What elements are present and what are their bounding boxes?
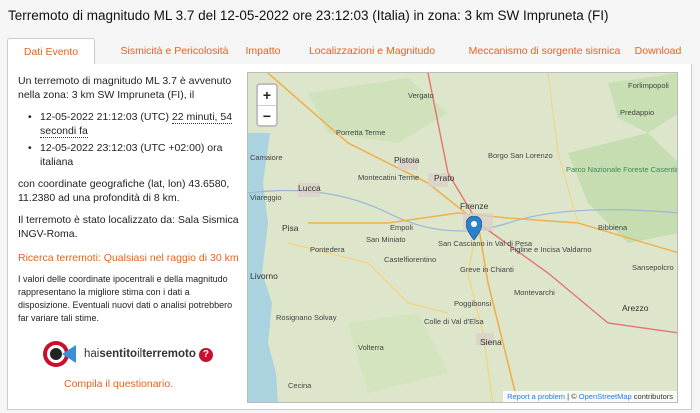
place-label: Parco Nazionale Foreste Casentinesi <box>566 165 678 174</box>
place-label: Vergato <box>408 91 434 100</box>
epicenter-marker-icon[interactable] <box>466 216 482 240</box>
place-label: Sansepolcro <box>632 263 674 272</box>
map-tiles <box>248 73 677 402</box>
place-label: Empoli <box>390 223 413 232</box>
event-panel: Un terremoto di magnitudo ML 3.7 è avven… <box>7 64 692 410</box>
search-link[interactable]: Qualsiasi nel raggio di 30 km <box>104 252 239 264</box>
hst-word-sentito: sentito <box>99 347 138 360</box>
osm-link[interactable]: OpenStreetMap <box>579 392 632 401</box>
place-label: Camaiore <box>250 153 283 162</box>
event-coordinates: con coordinate geografiche (lat, lon) 43… <box>18 178 230 204</box>
zoom-control: + − <box>256 83 278 127</box>
place-label: Greve in Chianti <box>460 265 514 274</box>
tab-meccanismo[interactable]: Meccanismo di sorgente sismica <box>462 38 627 65</box>
tab-bar: Dati Evento Sismicità e Pericolosità Imp… <box>7 38 692 66</box>
event-intro: Un terremoto di magnitudo ML 3.7 è avven… <box>18 75 232 101</box>
place-label: Bibbiena <box>598 223 628 232</box>
tab-sismicita[interactable]: Sismicità e Pericolosità <box>102 38 247 65</box>
place-label: Prato <box>434 173 455 183</box>
place-label: Pistoia <box>394 155 420 165</box>
place-label: Castelfiorentino <box>384 255 437 264</box>
hst-logo-icon <box>42 339 80 369</box>
tab-impatto[interactable]: Impatto <box>233 38 293 65</box>
hst-word-hai: hai <box>84 347 100 360</box>
search-label: Ricerca terremoti: <box>18 252 101 264</box>
place-label: Porretta Terme <box>336 128 386 137</box>
questionnaire-link[interactable]: Compila il questionario. <box>64 377 240 391</box>
zoom-out-button[interactable]: − <box>258 105 276 125</box>
place-label: Pisa <box>282 223 299 233</box>
place-label: Firenze <box>460 201 489 211</box>
utc-time-item: 12-05-2022 21:12:03 (UTC) 22 minuti, 54 … <box>28 110 240 138</box>
page-title: Terremoto di magnitudo ML 3.7 del 12-05-… <box>8 8 609 23</box>
place-label: Borgo San Lorenzo <box>488 151 553 160</box>
local-time-item: 12-05-2022 23:12:03 (UTC +02:00) ora ita… <box>28 141 240 169</box>
hst-text: haisentitoilterremoto? <box>84 347 213 362</box>
place-label: Rosignano Solvay <box>276 313 337 322</box>
place-label: Viareggio <box>250 193 282 202</box>
place-label: Predappio <box>620 108 655 117</box>
event-details: Un terremoto di magnitudo ML 3.7 è avven… <box>18 74 240 391</box>
place-label: Montecatini Terme <box>358 173 420 182</box>
place-label: Poggibonsi <box>454 299 492 308</box>
place-label: Lucca <box>298 183 321 193</box>
hst-word-terremoto: terremoto <box>142 347 196 360</box>
place-label: Volterra <box>358 343 384 352</box>
place-label: Figline e Incisa Valdarno <box>510 245 592 254</box>
tab-dati-evento[interactable]: Dati Evento <box>7 38 95 66</box>
hai-sentito-logo[interactable]: haisentitoilterremoto? <box>42 339 240 369</box>
place-label: Pontedera <box>310 245 345 254</box>
place-label: Arezzo <box>622 303 649 313</box>
disclaimer: I valori delle coordinate ipocentrali e … <box>18 274 233 323</box>
map-view[interactable]: Forlimpopoli Vergato Predappio Porretta … <box>247 72 678 403</box>
question-icon: ? <box>198 347 213 362</box>
place-label: Cecina <box>288 381 312 390</box>
attribution-separator: | © <box>565 392 579 401</box>
event-times: 12-05-2022 21:12:03 (UTC) 22 minuti, 54 … <box>28 110 240 169</box>
search-row: Ricerca terremoti: Qualsiasi nel raggio … <box>18 251 240 265</box>
place-label: Forlimpopoli <box>628 81 669 90</box>
event-located-by: Il terremoto è stato localizzato da: Sal… <box>18 214 239 240</box>
attribution-contributors: contributors <box>631 392 673 401</box>
place-label: San Miniato <box>366 235 406 244</box>
tab-localizzazioni[interactable]: Localizzazioni e Magnitudo <box>307 38 437 65</box>
report-problem-link[interactable]: Report a problem <box>507 392 565 401</box>
map-attribution: Report a problem | © OpenStreetMap contr… <box>503 391 677 402</box>
place-label: Colle di Val d'Elsa <box>424 317 484 326</box>
place-label: Livorno <box>250 271 278 281</box>
tab-download[interactable]: Download <box>627 38 689 65</box>
zoom-in-button[interactable]: + <box>258 85 276 105</box>
utc-time: 12-05-2022 21:12:03 (UTC) <box>40 111 169 123</box>
place-label: Montevarchi <box>514 288 555 297</box>
place-label: Siena <box>480 337 502 347</box>
